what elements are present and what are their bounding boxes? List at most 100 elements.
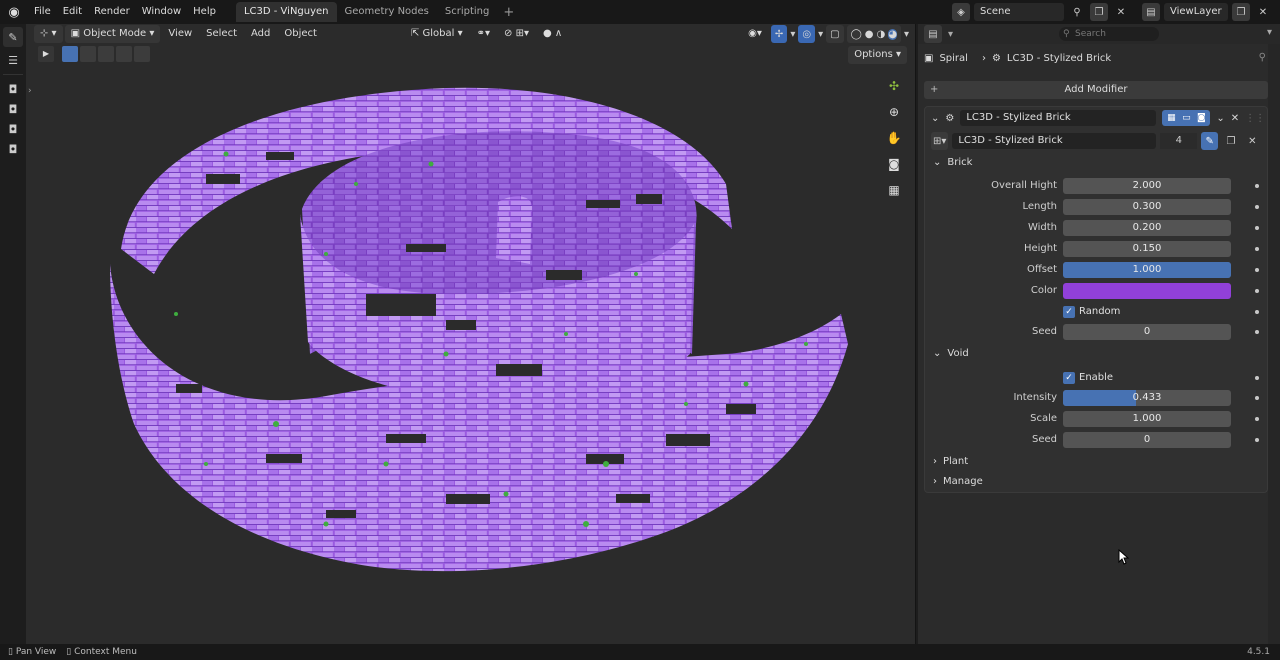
node-group-browse-icon[interactable]: ⊞▾: [931, 132, 949, 150]
menu-add[interactable]: Add: [245, 25, 276, 43]
field-void-seed[interactable]: 0: [1063, 432, 1231, 448]
field-scale[interactable]: 1.000: [1063, 411, 1231, 427]
select-extend-icon[interactable]: [80, 46, 96, 62]
color-swatch[interactable]: [1063, 283, 1231, 299]
spiral-brick-wall-render[interactable]: [26, 24, 916, 644]
select-invert-icon[interactable]: [116, 46, 132, 62]
gizmo-toggle-icon[interactable]: ✢: [770, 25, 788, 43]
pin-panel-icon[interactable]: ⚲: [1259, 52, 1266, 63]
properties-editor-type-icon[interactable]: ▤: [924, 25, 942, 43]
delete-scene-icon[interactable]: ✕: [1112, 3, 1130, 21]
camera-view-icon[interactable]: ◙: [884, 154, 904, 174]
scene-field[interactable]: Scene: [974, 3, 1064, 21]
menu-window[interactable]: Window: [136, 0, 187, 24]
snap-icon[interactable]: ⊘ ⊞▾: [498, 25, 535, 43]
menu-help[interactable]: Help: [187, 0, 222, 24]
annotate-tool-icon[interactable]: ✎: [3, 27, 23, 47]
new-scene-icon[interactable]: ❐: [1090, 3, 1108, 21]
menu-select[interactable]: Select: [200, 25, 243, 43]
proportional-edit-icon[interactable]: ● ∧: [537, 25, 568, 43]
shading-modes[interactable]: ◯ ● ◑ ◕: [846, 25, 901, 43]
tab-geometry-nodes[interactable]: Geometry Nodes: [337, 2, 437, 22]
outliner-icon[interactable]: ☰: [3, 50, 23, 70]
select-new-icon[interactable]: [62, 46, 78, 62]
overlay-dropdown-icon[interactable]: ▾: [818, 29, 823, 40]
3d-viewport[interactable]: ⊹ ▾ ▣ Object Mode ▾ View Select Add Obje…: [26, 24, 916, 644]
node-group-name-field[interactable]: LC3D - Stylized Brick: [952, 133, 1157, 149]
keyframe-dot-icon[interactable]: [1255, 289, 1259, 293]
menu-view[interactable]: View: [162, 25, 198, 43]
keyframe-dot-icon[interactable]: [1255, 184, 1259, 188]
camera-icon-2[interactable]: ◘: [3, 99, 23, 119]
field-length[interactable]: 0.300: [1063, 199, 1231, 215]
zoom-icon[interactable]: ⊕: [884, 102, 904, 122]
menu-edit[interactable]: Edit: [57, 0, 88, 24]
add-modifier-button[interactable]: + Add Modifier: [924, 81, 1268, 99]
section-plant[interactable]: › Plant: [933, 452, 968, 470]
slider-intensity[interactable]: 0.433: [1063, 390, 1231, 406]
editor-type-icon[interactable]: ⊹ ▾: [34, 25, 63, 43]
transform-orientation[interactable]: ⇱ Global ▾: [405, 25, 469, 43]
field-height[interactable]: 0.150: [1063, 241, 1231, 257]
xray-icon[interactable]: ▢: [826, 25, 844, 43]
options-button[interactable]: Options ▾: [848, 46, 907, 64]
node-group-users[interactable]: 4: [1160, 133, 1198, 149]
solid-shading-icon[interactable]: ●: [865, 29, 874, 40]
rendered-shading-icon[interactable]: ◕: [888, 28, 897, 40]
sidebar-expand-icon[interactable]: ›: [28, 86, 32, 96]
drag-handle-icon[interactable]: ⋮⋮: [1245, 113, 1265, 124]
tab-lc3d-vinguyen[interactable]: LC3D - ViNguyen: [235, 2, 337, 22]
select-intersect-icon[interactable]: [134, 46, 150, 62]
gizmo-dropdown-icon[interactable]: ▾: [790, 29, 795, 40]
axis-gizmo-icon[interactable]: ✣: [884, 76, 904, 96]
keyframe-dot-icon[interactable]: [1255, 226, 1259, 230]
perspective-grid-icon[interactable]: ▦: [884, 180, 904, 200]
blender-logo-icon[interactable]: ◉: [0, 0, 28, 24]
view-layer-field[interactable]: ViewLayer: [1164, 3, 1228, 21]
keyframe-dot-icon[interactable]: [1255, 396, 1259, 400]
checkbox-enable[interactable]: ✓ Enable: [1063, 371, 1113, 385]
overlay-toggle-icon[interactable]: ◎: [798, 25, 816, 43]
select-tool-icon[interactable]: ▶: [38, 46, 54, 62]
duplicate-node-group-icon[interactable]: ❐: [1222, 132, 1239, 150]
collapse-chevron-icon[interactable]: ⌄: [931, 113, 939, 124]
editor-dropdown-icon[interactable]: ▾: [948, 29, 953, 40]
menu-render[interactable]: Render: [88, 0, 136, 24]
section-manage[interactable]: › Manage: [933, 472, 983, 490]
field-brick-seed[interactable]: 0: [1063, 324, 1231, 340]
menu-object[interactable]: Object: [278, 25, 323, 43]
slider-offset[interactable]: 1.000: [1063, 262, 1231, 278]
keyframe-dot-icon[interactable]: [1255, 247, 1259, 251]
remove-modifier-icon[interactable]: ✕: [1231, 113, 1239, 124]
edit-mode-icon[interactable]: ▦: [1164, 111, 1178, 125]
unlink-node-group-icon[interactable]: ✕: [1244, 132, 1261, 150]
delete-view-layer-icon[interactable]: ✕: [1254, 3, 1272, 21]
tab-scripting[interactable]: Scripting: [437, 2, 497, 22]
view-layer-browse-icon[interactable]: ▤: [1142, 3, 1160, 21]
menu-file[interactable]: File: [28, 0, 57, 24]
keyframe-dot-icon[interactable]: [1255, 417, 1259, 421]
visibility-icon[interactable]: ◉▾: [742, 25, 768, 43]
scene-browse-icon[interactable]: ◈: [952, 3, 970, 21]
fake-user-icon[interactable]: ✎: [1201, 132, 1219, 150]
field-overall-hight[interactable]: 2.000: [1063, 178, 1231, 194]
new-view-layer-icon[interactable]: ❐: [1232, 3, 1250, 21]
pan-hand-icon[interactable]: ✋: [884, 128, 904, 148]
section-brick[interactable]: ⌄ Brick: [933, 153, 972, 171]
properties-tab-strip[interactable]: [1268, 44, 1280, 644]
mode-selector[interactable]: ▣ Object Mode ▾: [64, 25, 161, 43]
select-subtract-icon[interactable]: [98, 46, 114, 62]
modifier-name-field[interactable]: LC3D - Stylized Brick: [960, 110, 1157, 126]
pin-icon[interactable]: ⚲: [1068, 3, 1086, 21]
pivot-icon[interactable]: ⚭▾: [471, 25, 496, 43]
camera-icon-3[interactable]: ◘: [3, 119, 23, 139]
keyframe-dot-icon[interactable]: [1255, 330, 1259, 334]
keyframe-dot-icon[interactable]: [1255, 376, 1259, 380]
wireframe-shading-icon[interactable]: ◯: [851, 29, 862, 40]
shading-dropdown-icon[interactable]: ▾: [904, 29, 909, 40]
keyframe-dot-icon[interactable]: [1255, 438, 1259, 442]
keyframe-dot-icon[interactable]: [1255, 310, 1259, 314]
properties-options-icon[interactable]: ▾: [1267, 27, 1272, 38]
render-icon[interactable]: ◙: [1194, 111, 1208, 125]
section-void[interactable]: ⌄ Void: [933, 344, 969, 362]
